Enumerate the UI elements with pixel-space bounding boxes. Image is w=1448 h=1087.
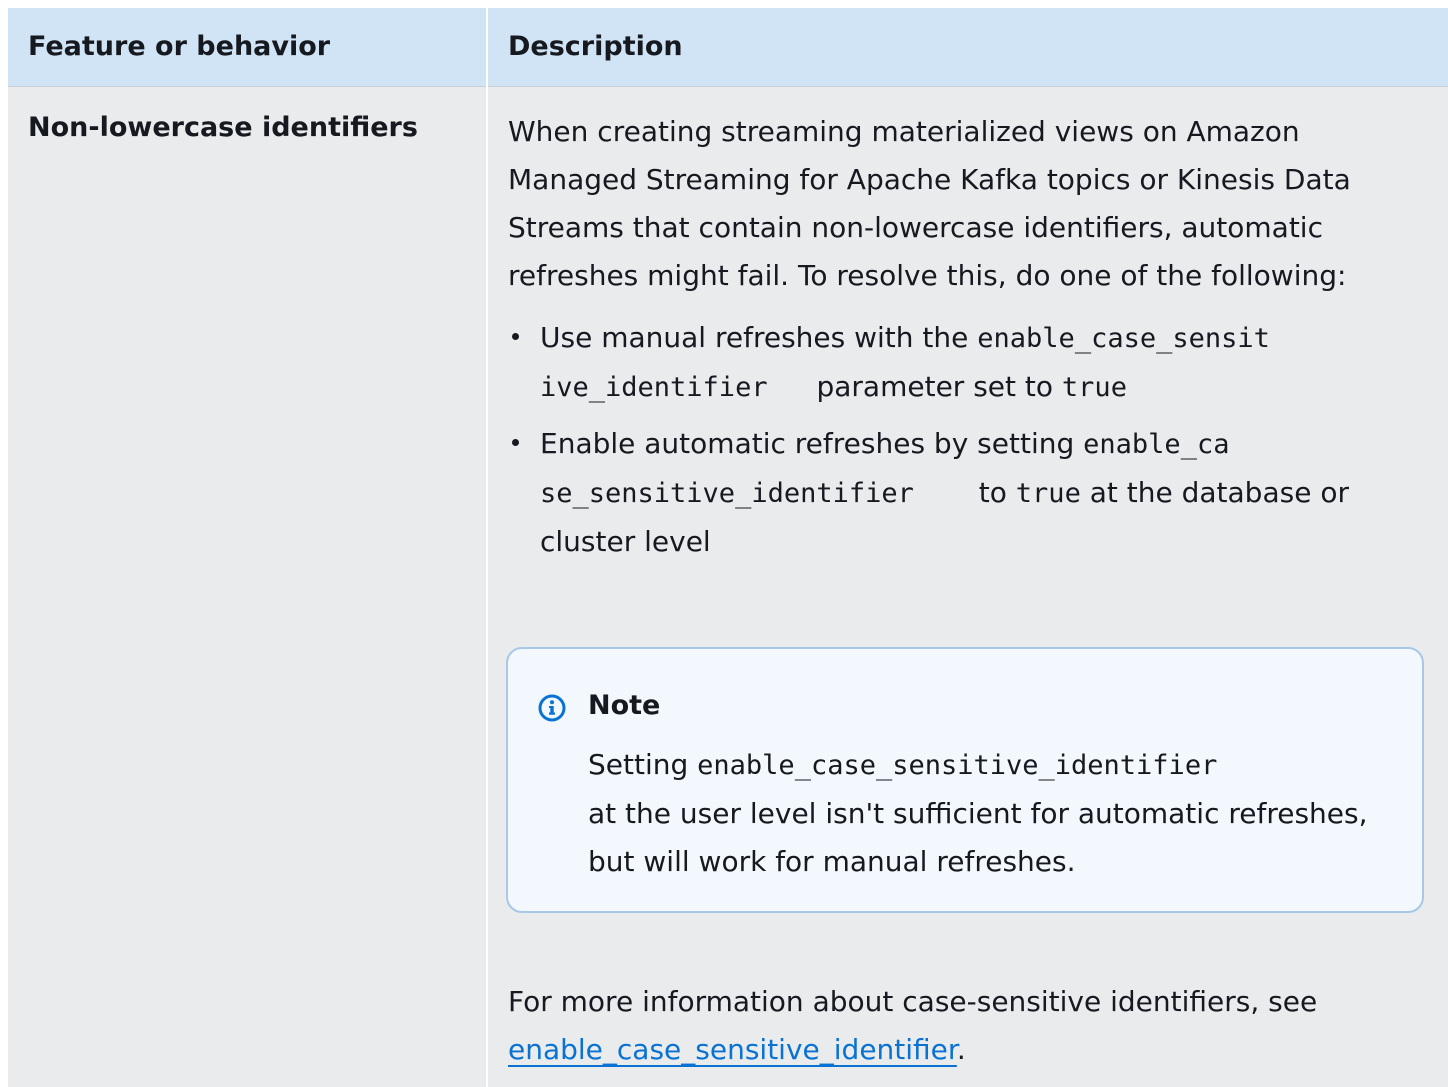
bullet1-prefix: Use manual refreshes with the — [540, 321, 978, 354]
more-prefix: For more information about case-sensitiv… — [508, 985, 1318, 1018]
note-suffix: at the user level isn't sufficient for a… — [588, 797, 1368, 878]
resolution-list: Use manual refreshes with the enable_cas… — [508, 314, 1418, 566]
more-info-paragraph: For more information about case-sensitiv… — [508, 978, 1418, 1074]
bullet2-prefix: Enable automatic refreshes by setting — [540, 427, 1084, 460]
table-header-row: Feature or behavior Description — [8, 8, 1448, 87]
more-suffix: . — [956, 1033, 966, 1066]
header-feature-or-behavior: Feature or behavior — [28, 31, 331, 62]
note-title: Note — [588, 690, 661, 721]
bullet2-code-true: true — [1015, 478, 1081, 509]
bullet1-code-part1: enable_case_sensit — [977, 323, 1270, 354]
list-item: Use manual refreshes with the enable_cas… — [508, 314, 1418, 412]
info-icon — [538, 694, 566, 722]
note-body: Setting enable_case_sensitive_identifier… — [588, 741, 1398, 886]
description-intro: When creating streaming materialized vie… — [508, 115, 1351, 292]
header-description: Description — [508, 31, 683, 62]
description-cell: When creating streaming materialized vie… — [508, 108, 1418, 574]
list-item: Enable automatic refreshes by setting en… — [508, 420, 1418, 566]
note-callout: Note Setting enable_case_sensitive_ident… — [506, 647, 1424, 913]
bullet1-code-part2: ive_identifier — [540, 372, 768, 403]
column-divider — [486, 8, 488, 1087]
bullet1-mid: parameter set to — [816, 370, 1062, 403]
enable-case-sensitive-identifier-link[interactable]: enable_case_sensitive_identifier — [508, 1033, 957, 1066]
feature-cell: Non-lowercase identifiers — [28, 112, 418, 143]
bullet-dot — [512, 333, 519, 340]
bullet2-mid: to — [978, 476, 1016, 509]
bullet1-code-true: true — [1061, 372, 1127, 403]
bullet2-code-part2: se_sensitive_identifier — [540, 478, 914, 509]
note-prefix: Setting — [588, 748, 698, 781]
bullet-dot — [512, 439, 519, 446]
feature-table: Feature or behavior Description Non-lowe… — [8, 8, 1448, 1087]
note-code: enable_case_sensitive_identifier — [697, 750, 1218, 781]
bullet2-code-part1: enable_ca — [1083, 429, 1230, 460]
